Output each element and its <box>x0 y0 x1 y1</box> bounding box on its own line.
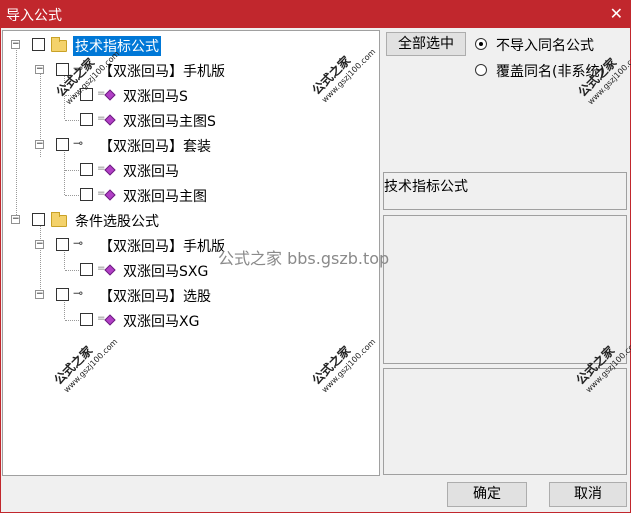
tree-node-label: 双涨回马 <box>123 164 179 180</box>
tree-node-group[interactable]: − ⊸ 【双涨回马】套装 <box>3 135 263 155</box>
radio-no-import-label[interactable]: 不导入同名公式 <box>496 35 594 55</box>
category-label: 技术指标公式 <box>384 179 468 195</box>
tree-node-label: 【双涨回马】手机版 <box>99 64 225 80</box>
category-panel: 技术指标公式 <box>383 172 627 210</box>
tree-node-label: 双涨回马S <box>123 89 188 105</box>
collapse-icon[interactable]: − <box>35 65 44 74</box>
formula-icon <box>104 314 116 326</box>
formula-icon <box>104 164 116 176</box>
tree-node-label: 条件选股公式 <box>75 214 159 230</box>
key-icon: ⊸ <box>73 286 84 300</box>
checkbox[interactable] <box>80 313 93 326</box>
tree-node-label: 【双涨回马】套装 <box>99 139 211 155</box>
window-title: 导入公式 <box>6 8 62 24</box>
checkbox[interactable] <box>80 163 93 176</box>
checkbox[interactable] <box>56 138 69 151</box>
tree-node-label: 双涨回马主图S <box>123 114 216 130</box>
tree-node-formula[interactable]: = 双涨回马主图S <box>3 110 263 130</box>
description-panel <box>383 215 627 364</box>
key-icon: ⊸ <box>73 236 84 250</box>
tree-node-label: 双涨回马XG <box>123 314 200 330</box>
formula-icon <box>104 114 116 126</box>
collapse-icon[interactable]: − <box>11 40 20 49</box>
formula-icon <box>104 89 116 101</box>
tree-node-formula[interactable]: = 双涨回马 <box>3 160 263 180</box>
folder-icon <box>51 37 67 52</box>
checkbox[interactable] <box>56 238 69 251</box>
tree-node-formula[interactable]: = 双涨回马主图 <box>3 185 263 205</box>
tree-node-label: 【双涨回马】选股 <box>99 289 211 305</box>
tree-node-formula[interactable]: = 双涨回马S <box>3 85 263 105</box>
checkbox[interactable] <box>56 288 69 301</box>
tree-node-category[interactable]: − 条件选股公式 <box>3 210 203 230</box>
select-all-button[interactable]: 全部选中 <box>386 32 466 56</box>
ok-button[interactable]: 确定 <box>447 482 527 507</box>
checkbox[interactable] <box>80 113 93 126</box>
tree-node-label: 双涨回马SXG <box>123 264 209 280</box>
checkbox[interactable] <box>32 38 45 51</box>
radio-overwrite[interactable] <box>475 64 487 76</box>
folder-icon <box>51 212 67 227</box>
close-icon[interactable]: ✕ <box>610 4 623 23</box>
key-icon: ⊸ <box>73 136 84 150</box>
checkbox[interactable] <box>80 188 93 201</box>
tree-node-group[interactable]: − ⊸ 【双涨回马】选股 <box>3 285 263 305</box>
watermark-text: 公式之家 bbs.gszb.top <box>218 249 390 268</box>
radio-no-import[interactable] <box>475 38 487 50</box>
checkbox[interactable] <box>32 213 45 226</box>
collapse-icon[interactable]: − <box>35 140 44 149</box>
formula-icon <box>104 264 116 276</box>
title-bar: 导入公式 ✕ <box>0 0 631 28</box>
collapse-icon[interactable]: − <box>11 215 20 224</box>
cancel-button[interactable]: 取消 <box>549 482 627 507</box>
checkbox[interactable] <box>80 263 93 276</box>
collapse-icon[interactable]: − <box>35 240 44 249</box>
tree-node-label: 双涨回马主图 <box>123 189 207 205</box>
collapse-icon[interactable]: − <box>35 290 44 299</box>
tree-node-group[interactable]: − ⊸ 【双涨回马】手机版 <box>3 60 263 80</box>
tree-node-formula[interactable]: = 双涨回马XG <box>3 310 263 330</box>
tree-node-label: 【双涨回马】手机版 <box>99 239 225 255</box>
formula-icon <box>104 189 116 201</box>
